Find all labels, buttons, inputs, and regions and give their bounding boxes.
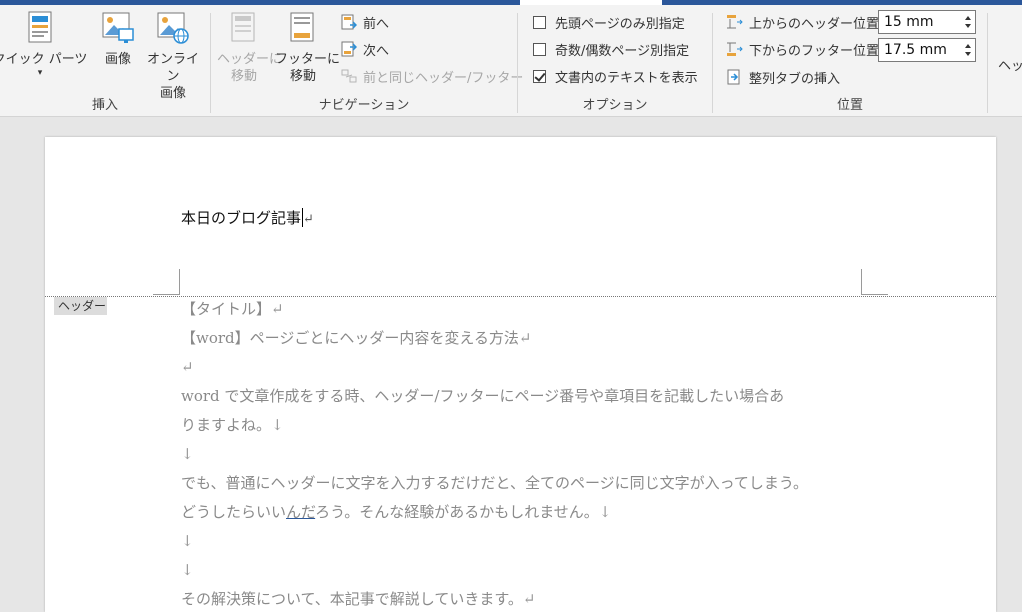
body-line: でも、普通にヘッダーに文字を入力するだけだと、全てのページに同じ文字が入ってしま… <box>181 474 809 492</box>
body-line: どうしたらいいんだろう。そんな経験があるかもしれません。↓ <box>181 503 612 521</box>
next-label: 次へ <box>363 43 390 59</box>
document-page[interactable]: 本日のブログ記事 ↵ ヘッダー 【タイトル】↵ 【word】ページごとにヘッダー内… <box>45 137 996 612</box>
previous-section-icon <box>341 14 358 30</box>
show-document-text-checkbox[interactable]: 文書内のテキストを表示 <box>533 65 698 87</box>
group-divider <box>987 13 988 113</box>
goto-header-button[interactable]: ヘッダーに 移動 <box>217 9 283 85</box>
quick-parts-icon <box>23 9 57 47</box>
body-line: 【word】ページごとにヘッダー内容を変える方法↵ <box>181 329 532 347</box>
picture-icon <box>101 9 135 47</box>
footer-position-icon <box>727 41 743 57</box>
goto-footer-label-1: フッターに <box>275 52 341 67</box>
position-group-label: 位置 <box>836 98 863 113</box>
navigation-group: ヘッダーに 移動 フッターに 移動 前へ 次へ 前と同じヘッダー/フッター ナビ… <box>211 5 523 117</box>
header-position-icon <box>727 14 743 30</box>
header-position-value[interactable]: 15 mm <box>884 14 934 30</box>
link-to-previous-label: 前と同じヘッダー/フッター <box>363 70 524 86</box>
options-group-label: オプション <box>582 98 648 113</box>
ribbon: クイック パーツ ▾ 画像 オンライン 画像 挿入 ヘッダーに 移動 フッターに… <box>0 5 1022 117</box>
navigation-group-label: ナビゲーション <box>318 98 410 113</box>
insert-alignment-tab-label: 整列タブの挿入 <box>749 71 841 87</box>
link-to-previous-button[interactable]: 前と同じヘッダー/フッター <box>341 65 523 87</box>
close-header-footer-button[interactable]: ヘッダー <box>998 53 1022 75</box>
close-group: ヘッダー <box>998 5 1022 117</box>
spin-down-icon[interactable] <box>965 24 971 28</box>
footer-from-bottom-label-row: 下からのフッター位置: <box>727 38 883 60</box>
different-first-page-box[interactable] <box>533 15 546 29</box>
different-odd-even-box[interactable] <box>533 42 546 56</box>
header-from-top-label: 上からのヘッダー位置: <box>749 16 884 32</box>
different-odd-even-checkbox[interactable]: 奇数/偶数ページ別指定 <box>533 38 689 60</box>
next-section-icon <box>341 41 358 57</box>
next-button[interactable]: 次へ <box>341 38 389 60</box>
crop-mark <box>153 294 180 295</box>
insert-alignment-tab-button[interactable]: 整列タブの挿入 <box>727 66 840 88</box>
spin-up-icon[interactable] <box>965 16 971 20</box>
different-first-page-label: 先頭ページのみ別指定 <box>555 16 685 32</box>
body-line: その解決策について、本記事で解説していきます。↵ <box>181 590 536 608</box>
alignment-tab-icon <box>727 69 743 85</box>
previous-button[interactable]: 前へ <box>341 11 389 33</box>
spin-up-icon[interactable] <box>965 44 971 48</box>
link-to-previous-icon <box>341 68 357 84</box>
body-line: ↓ <box>181 532 194 550</box>
footer-position-value[interactable]: 17.5 mm <box>884 42 947 58</box>
crop-mark <box>179 269 180 295</box>
header-tag: ヘッダー <box>54 297 107 315</box>
insert-group: クイック パーツ ▾ 画像 オンライン 画像 挿入 <box>0 5 210 117</box>
body-line: ↓ <box>181 445 194 463</box>
header-text: 本日のブログ記事 <box>181 209 302 227</box>
header-position-spinner[interactable]: 15 mm <box>878 10 976 34</box>
goto-footer-button[interactable]: フッターに 移動 <box>275 9 341 85</box>
online-picture-icon <box>156 9 190 47</box>
close-header-footer-label: ヘッダー <box>998 58 1022 74</box>
quick-parts-dropdown-icon: ▾ <box>37 68 43 78</box>
different-first-page-checkbox[interactable]: 先頭ページのみ別指定 <box>533 11 685 33</box>
show-document-text-box[interactable] <box>533 69 546 83</box>
body-line: word で文章作成をする時、ヘッダー/フッターにページ番号や章項目を記載したい… <box>181 387 785 405</box>
quick-parts-button[interactable]: クイック パーツ ▾ <box>0 9 94 78</box>
position-group: 上からのヘッダー位置: 15 mm 下からのフッター位置: 17.5 mm 整列… <box>713 5 987 117</box>
insert-group-label: 挿入 <box>91 98 118 113</box>
goto-header-label-2: 移動 <box>230 69 257 84</box>
different-odd-even-label: 奇数/偶数ページ別指定 <box>555 43 690 59</box>
paragraph-mark: ↵ <box>303 212 314 227</box>
body-line: りますよね。↓ <box>181 416 284 434</box>
body-line: ↓ <box>181 561 194 579</box>
goto-header-icon <box>227 9 261 47</box>
header-content[interactable]: 本日のブログ記事 ↵ <box>181 207 314 228</box>
picture-button[interactable]: 画像 <box>99 9 137 68</box>
footer-position-spinner[interactable]: 17.5 mm <box>878 38 976 62</box>
goto-footer-icon <box>286 9 320 47</box>
footer-from-bottom-label: 下からのフッター位置: <box>749 43 884 59</box>
previous-label: 前へ <box>363 16 390 32</box>
spin-down-icon[interactable] <box>965 52 971 56</box>
show-document-text-label: 文書内のテキストを表示 <box>555 70 698 86</box>
picture-label: 画像 <box>104 52 131 67</box>
crop-mark <box>861 269 862 295</box>
goto-header-label-1: ヘッダーに <box>217 52 283 67</box>
body-line: ↵ <box>181 358 194 376</box>
spelling-underline: んだ <box>286 503 316 521</box>
header-from-top-label-row: 上からのヘッダー位置: <box>727 11 883 33</box>
quick-parts-label: クイック パーツ <box>0 52 88 67</box>
goto-footer-label-2: 移動 <box>289 69 316 84</box>
online-picture-button[interactable]: オンライン 画像 <box>142 9 204 102</box>
body-line: 【タイトル】↵ <box>181 300 284 318</box>
online-picture-label-1: オンライン <box>146 52 199 84</box>
document-body[interactable]: 【タイトル】↵ 【word】ページごとにヘッダー内容を変える方法↵ ↵ word… <box>181 295 881 612</box>
options-group: 先頭ページのみ別指定 奇数/偶数ページ別指定 文書内のテキストを表示 オプション <box>518 5 712 117</box>
